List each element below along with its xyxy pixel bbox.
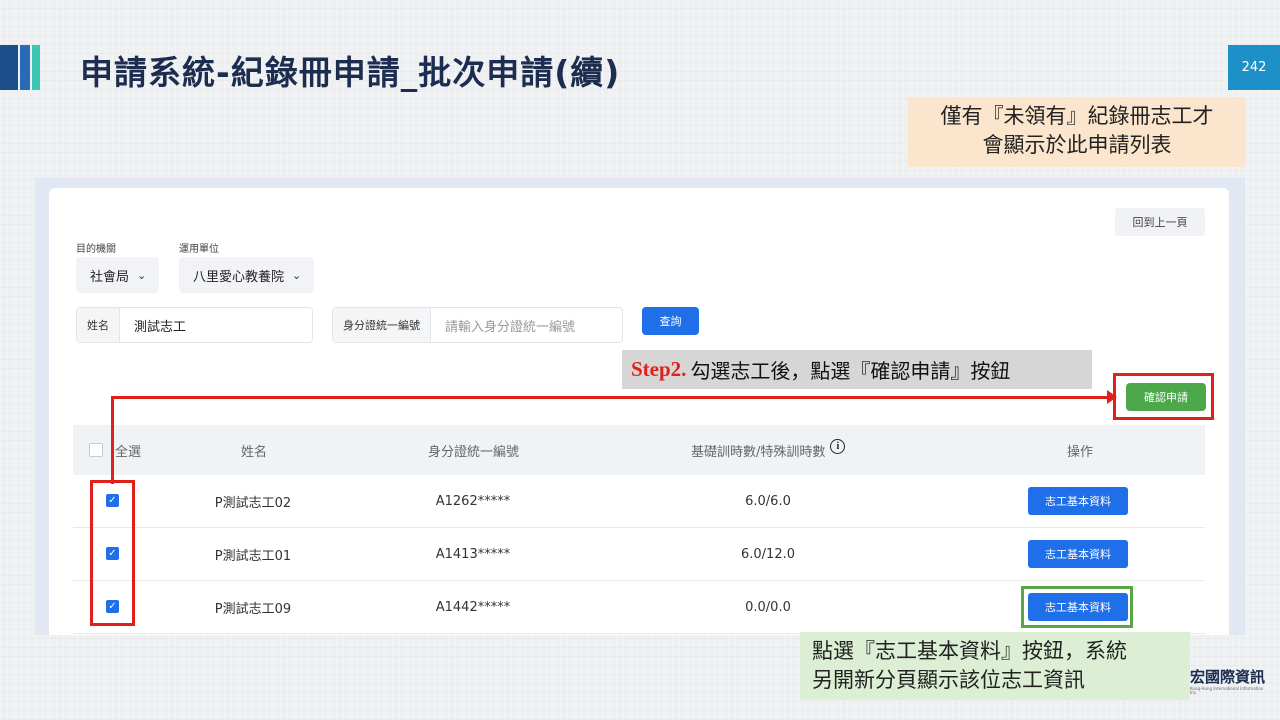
logo-subtext: Kung-Hung International Information Inc. <box>1190 686 1264 695</box>
app-screenshot-frame: 回到上一頁 目的機關 社會局 ⌄ 運用單位 八里愛心教養院 ⌄ 姓名 測試志工 … <box>35 178 1245 635</box>
step-text: 勾選志工後，點選『確認申請』按鈕 <box>690 359 1011 383</box>
app-panel: 回到上一頁 目的機關 社會局 ⌄ 運用單位 八里愛心教養院 ⌄ 姓名 測試志工 … <box>49 188 1229 635</box>
row-hours: 6.0/12.0 <box>741 547 795 562</box>
chevron-down-icon: ⌄ <box>137 268 147 282</box>
header-hours: 基礎訓時數/特殊訓時數 i <box>691 425 846 475</box>
company-logo: 宏國際資訊 Kung-Hung International Informatio… <box>1190 670 1270 700</box>
table-row: ✓ P測試志工01 A1413***** 6.0/12.0 志工基本資料 <box>73 528 1205 581</box>
arrow-connector-horizontal <box>111 396 1109 399</box>
step-annotation: Step2. 勾選志工後，點選『確認申請』按鈕 <box>622 350 1092 389</box>
name-input[interactable]: 測試志工 <box>120 316 186 335</box>
name-field: 姓名 測試志工 <box>76 307 313 343</box>
header-action: 操作 <box>1067 444 1094 460</box>
query-button[interactable]: 查詢 <box>642 307 699 335</box>
header-hours-label: 基礎訓時數/特殊訓時數 <box>691 444 826 460</box>
agency-label: 目的機關 <box>76 244 116 255</box>
unit-label: 運用單位 <box>179 244 219 255</box>
page-number: 242 <box>1228 45 1280 90</box>
volunteer-info-button[interactable]: 志工基本資料 <box>1028 487 1128 515</box>
unit-select-value: 八里愛心教養院 <box>193 269 285 285</box>
arrow-connector-vertical <box>111 396 114 484</box>
logo-text: 宏國際資訊 <box>1190 668 1266 686</box>
title-accent-bar <box>0 45 18 90</box>
checkbox-highlight-box <box>90 480 135 626</box>
id-input[interactable]: 請輸入身分證統一編號 <box>431 316 575 335</box>
table-row: ✓ P測試志工02 A1262***** 6.0/6.0 志工基本資料 <box>73 475 1205 528</box>
row-hours: 0.0/0.0 <box>745 600 791 615</box>
header-id: 身分證統一編號 <box>428 444 520 460</box>
row-id: A1262***** <box>435 494 511 509</box>
row-name: P測試志工09 <box>214 602 292 617</box>
row-name: P測試志工02 <box>214 496 292 511</box>
row-id: A1413***** <box>435 547 511 562</box>
slide-title: 申請系統-紀錄冊申請_批次申請(續) <box>80 53 621 92</box>
volunteer-info-button[interactable]: 志工基本資料 <box>1028 540 1128 568</box>
unit-select[interactable]: 八里愛心教養院 ⌄ <box>179 257 314 293</box>
agency-select[interactable]: 社會局 ⌄ <box>76 257 159 293</box>
row-name: P測試志工01 <box>214 549 292 564</box>
id-field: 身分證統一編號 請輸入身分證統一編號 <box>332 307 623 343</box>
select-all-checkbox[interactable] <box>89 443 103 457</box>
step-label: Step2. <box>631 357 687 381</box>
table-header: 全選 姓名 身分證統一編號 基礎訓時數/特殊訓時數 i 操作 <box>73 425 1205 475</box>
header-select-all: 全選 <box>115 444 142 460</box>
chevron-down-icon: ⌄ <box>292 268 302 282</box>
confirm-highlight-box <box>1113 373 1214 420</box>
back-button[interactable]: 回到上一頁 <box>1115 208 1205 236</box>
row-hours: 6.0/6.0 <box>745 494 791 509</box>
title-accent-bar <box>20 45 30 90</box>
id-field-label: 身分證統一編號 <box>333 308 431 342</box>
row-id: A1442***** <box>435 600 511 615</box>
callout-note-bottom: 點選『志工基本資料』按鈕，系統 另開新分頁顯示該位志工資訊 <box>800 632 1190 700</box>
agency-select-value: 社會局 <box>90 269 130 285</box>
name-field-label: 姓名 <box>77 308 120 342</box>
title-accent-bar <box>32 45 40 90</box>
info-icon[interactable]: i <box>830 438 846 454</box>
callout-note-top: 僅有『未領有』紀錄冊志工才 會顯示於此申請列表 <box>908 97 1246 167</box>
header-name: 姓名 <box>241 444 268 460</box>
volunteer-info-highlight-box <box>1021 586 1133 628</box>
